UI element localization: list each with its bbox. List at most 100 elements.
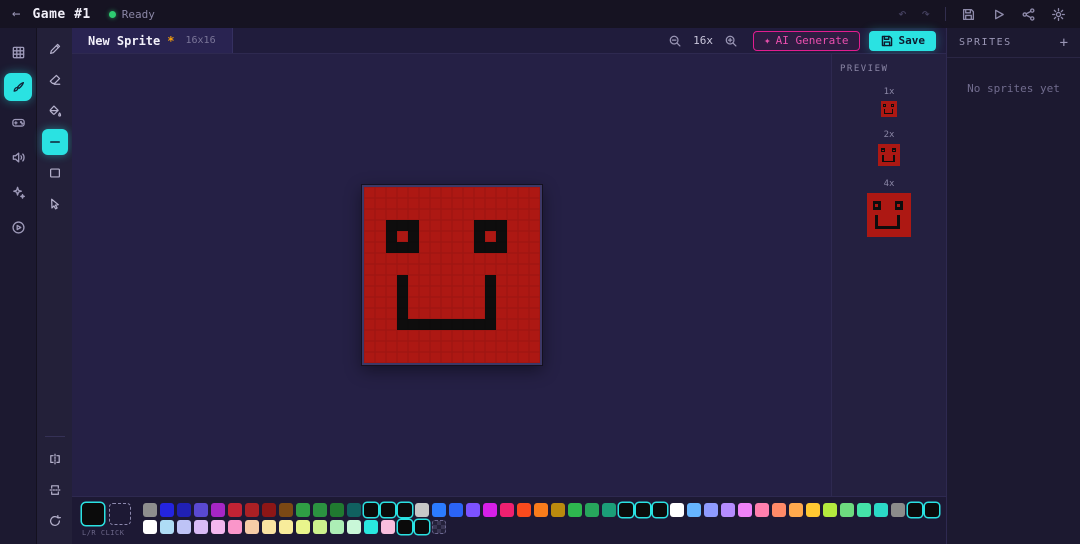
palette-swatch[interactable] [211, 503, 225, 517]
palette-swatch[interactable] [823, 503, 837, 517]
palette-swatch[interactable] [381, 503, 395, 517]
tool-eraser[interactable] [42, 67, 68, 93]
palette-swatch[interactable] [755, 503, 769, 517]
palette-swatch[interactable] [738, 503, 752, 517]
palette-swatch[interactable] [347, 520, 361, 534]
palette-swatch[interactable] [500, 503, 514, 517]
palette-swatch[interactable] [857, 503, 871, 517]
palette-swatch[interactable] [704, 503, 718, 517]
tool-flip-vertical[interactable] [42, 477, 68, 503]
palette-swatch[interactable] [806, 503, 820, 517]
palette-swatch[interactable] [398, 520, 412, 534]
palette-swatch[interactable] [262, 520, 276, 534]
paintbrush-icon [11, 80, 26, 95]
palette-swatch[interactable] [160, 503, 174, 517]
nav-run-game[interactable] [4, 213, 32, 241]
palette-swatch[interactable] [364, 503, 378, 517]
palette-swatch[interactable] [330, 503, 344, 517]
fill-bucket-icon [48, 104, 62, 118]
palette-swatch[interactable] [653, 503, 667, 517]
palette-swatch[interactable] [772, 503, 786, 517]
nav-game-objects[interactable] [4, 108, 32, 136]
undo-button[interactable]: ↶ [898, 6, 906, 22]
palette-swatch[interactable] [568, 503, 582, 517]
sprite-tab[interactable]: New Sprite * 16x16 [72, 28, 233, 53]
back-button[interactable]: ← [12, 6, 20, 22]
palette-swatch[interactable] [296, 520, 310, 534]
palette-swatch[interactable] [143, 520, 157, 534]
save-project-button[interactable] [961, 7, 976, 22]
palette-swatch[interactable] [228, 520, 242, 534]
palette-swatch[interactable] [143, 503, 157, 517]
add-sprite-button[interactable]: + [1060, 35, 1068, 51]
palette-swatch[interactable] [670, 503, 684, 517]
palette-swatch[interactable] [194, 503, 208, 517]
palette-swatch[interactable] [330, 520, 344, 534]
palette-swatch[interactable] [449, 503, 463, 517]
palette-swatch[interactable] [160, 520, 174, 534]
palette-swatch[interactable] [789, 503, 803, 517]
palette-swatch[interactable] [177, 503, 191, 517]
palette-swatch[interactable] [534, 503, 548, 517]
palette-swatch[interactable] [874, 503, 888, 517]
palette-swatch[interactable] [245, 520, 259, 534]
palette-swatch[interactable] [840, 503, 854, 517]
zoom-in-button[interactable] [724, 34, 738, 48]
secondary-color-swatch[interactable] [109, 503, 131, 525]
palette-swatch[interactable] [364, 520, 378, 534]
tool-flip-horizontal[interactable] [42, 446, 68, 472]
palette-swatch[interactable] [517, 503, 531, 517]
palette-swatch[interactable] [432, 503, 446, 517]
palette-swatch[interactable] [636, 503, 650, 517]
ai-generate-button[interactable]: ✦ AI Generate [753, 31, 859, 51]
palette-swatch[interactable] [721, 503, 735, 517]
palette-swatch[interactable] [466, 503, 480, 517]
nav-sprite-editor[interactable] [4, 73, 32, 101]
redo-button[interactable]: ↷ [922, 6, 930, 22]
run-button[interactable] [991, 7, 1006, 22]
palette-swatch[interactable] [194, 520, 208, 534]
tool-pencil[interactable] [42, 36, 68, 62]
palette-swatch[interactable] [347, 503, 361, 517]
palette-swatch[interactable] [585, 503, 599, 517]
primary-color-swatch[interactable] [82, 503, 104, 525]
palette-swatch[interactable] [687, 503, 701, 517]
palette-swatch[interactable] [262, 503, 276, 517]
palette-swatch[interactable] [296, 503, 310, 517]
palette-swatch[interactable] [313, 520, 327, 534]
palette-swatch[interactable] [891, 503, 905, 517]
palette-swatch[interactable] [602, 503, 616, 517]
tool-select[interactable] [42, 191, 68, 217]
palette-swatch[interactable] [415, 520, 429, 534]
nav-ai-assist[interactable] [4, 178, 32, 206]
palette-swatch[interactable] [925, 503, 939, 517]
palette-swatch[interactable] [228, 503, 242, 517]
share-button[interactable] [1021, 7, 1036, 22]
palette-swatch[interactable] [279, 520, 293, 534]
tool-line[interactable] [42, 129, 68, 155]
palette-swatch[interactable] [415, 503, 429, 517]
pixel-canvas[interactable] [362, 185, 542, 365]
palette-swatch[interactable] [211, 520, 225, 534]
palette-swatch[interactable] [483, 503, 497, 517]
tool-fill[interactable] [42, 98, 68, 124]
palette-swatch[interactable] [551, 503, 565, 517]
transparent-swatch[interactable] [432, 520, 446, 534]
save-sprite-button[interactable]: Save [869, 31, 937, 51]
tool-rotate[interactable] [42, 508, 68, 534]
palette-swatch[interactable] [313, 503, 327, 517]
nav-map-editor[interactable] [4, 38, 32, 66]
sparkles-icon [11, 185, 26, 200]
palette-swatch[interactable] [279, 503, 293, 517]
zoom-out-button[interactable] [668, 34, 682, 48]
palette-swatch[interactable] [177, 520, 191, 534]
palette-swatch[interactable] [908, 503, 922, 517]
tool-rectangle[interactable] [42, 160, 68, 186]
palette-swatch[interactable] [619, 503, 633, 517]
palette-swatch[interactable] [245, 503, 259, 517]
palette-swatch[interactable] [381, 520, 395, 534]
settings-button[interactable] [1051, 7, 1066, 22]
nav-sounds[interactable] [4, 143, 32, 171]
palette-swatch[interactable] [398, 503, 412, 517]
left-nav-rail [0, 28, 36, 544]
